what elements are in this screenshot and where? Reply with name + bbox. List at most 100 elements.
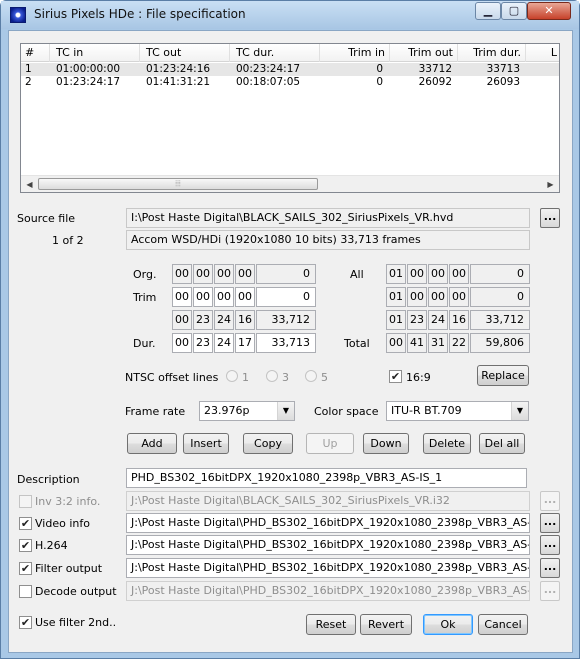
h264-label: H.264 (35, 539, 68, 552)
description-input[interactable]: PHD_BS302_16bitDPX_1920x1080_2398p_VBR3_… (126, 468, 527, 488)
tc-total-frames: 59,806 (470, 333, 530, 353)
close-icon: ✕ (544, 4, 554, 17)
tc-dur-frames[interactable]: 33,713 (256, 333, 316, 353)
tc-org-frames: 0 (256, 264, 316, 284)
column-header-tc-in[interactable]: TC in (50, 44, 140, 62)
inv32-checkbox[interactable] (19, 495, 32, 508)
list-row[interactable]: 2 01:23:24:17 01:41:31:21 00:18:07:05 0 … (21, 76, 559, 89)
aspect-16-9-checkbox[interactable]: ✔ (389, 370, 402, 383)
copy-button[interactable]: Copy (243, 433, 293, 454)
ntsc-radio-1-label: 1 (242, 371, 249, 384)
color-space-value: ITU-R BT.709 (391, 404, 462, 417)
tc-dur-part-0[interactable]: 00 (172, 333, 192, 353)
column-header-trim-dur[interactable]: Trim dur. (458, 44, 526, 62)
tc-total-part-0: 00 (386, 333, 406, 353)
tc-dur-part-2[interactable]: 24 (214, 333, 234, 353)
revert-button[interactable]: Revert (360, 614, 412, 635)
dialog-client: # TC in TC out TC dur. Trim in Trim out … (8, 30, 573, 653)
h264-checkbox[interactable]: ✔ (19, 539, 32, 552)
tc-all-part-0: 01 (386, 264, 406, 284)
decode-output-label: Decode output (35, 585, 117, 598)
filter-output-browse-button[interactable]: ... (540, 558, 560, 578)
delete-all-button[interactable]: Del all (479, 433, 525, 454)
frame-rate-value: 23.976p (204, 404, 250, 417)
description-label: Description (17, 473, 80, 486)
filter-output-checkbox[interactable]: ✔ (19, 562, 32, 575)
tc-all_trim-part-1: 00 (407, 287, 427, 307)
app-icon (10, 7, 26, 23)
cell-tc-dur: 00:18:07:05 (236, 76, 301, 88)
decode-output-path: J:\Post Haste Digital\PHD_BS302_16bitDPX… (126, 581, 530, 601)
ok-button[interactable]: Ok (423, 614, 473, 635)
insert-button[interactable]: Insert (183, 433, 229, 454)
source-file-path: I:\Post Haste Digital\BLACK_SAILS_302_Si… (126, 208, 530, 228)
delete-button[interactable]: Delete (423, 433, 471, 454)
inv32-label: Inv 3:2 info. (35, 495, 101, 508)
close-button[interactable]: ✕ (527, 2, 571, 20)
source-browse-button[interactable]: ... (540, 208, 560, 228)
ntsc-radio-3[interactable] (266, 370, 278, 382)
ntsc-radio-1[interactable] (226, 370, 238, 382)
tc-row3-part-1: 23 (193, 310, 213, 330)
tc-org-part-1: 00 (193, 264, 213, 284)
column-header-tc-dur[interactable]: TC dur. (230, 44, 320, 62)
aspect-16-9-label: 16:9 (406, 371, 431, 384)
title-bar[interactable]: Sirius Pixels HDe : File specification ▁… (1, 1, 579, 29)
cell-tc-in: 01:00:00:00 (56, 63, 121, 75)
column-header-num[interactable]: # (21, 44, 50, 62)
video-info-path[interactable]: J:\Post Haste Digital\PHD_BS302_16bitDPX… (126, 513, 530, 533)
horizontal-scrollbar[interactable]: ◀ ⦙⦙⦙ ▶ (21, 175, 559, 192)
decode-output-checkbox[interactable] (19, 585, 32, 598)
down-button[interactable]: Down (363, 433, 409, 454)
filter-output-path[interactable]: J:\Post Haste Digital\PHD_BS302_16bitDPX… (126, 558, 530, 578)
cell-trim-out: 26092 (418, 76, 452, 88)
tc-trim-part-1[interactable]: 00 (193, 287, 213, 307)
h264-path[interactable]: J:\Post Haste Digital\PHD_BS302_16bitDPX… (126, 535, 530, 555)
replace-button[interactable]: Replace (477, 365, 529, 386)
source-file-info: Accom WSD/HDi (1920x1080 10 bits) 33,713… (126, 230, 530, 250)
all-label: All (350, 268, 364, 281)
tc-row3-part-2: 24 (214, 310, 234, 330)
add-button[interactable]: Add (127, 433, 177, 454)
segment-list[interactable]: # TC in TC out TC dur. Trim in Trim out … (20, 43, 560, 193)
minimize-button[interactable]: ▁ (475, 2, 501, 20)
decode-output-browse-button[interactable]: ... (540, 581, 560, 601)
cell-num: 2 (25, 76, 32, 88)
trim-label: Trim (133, 291, 157, 304)
tc-all-part-1: 00 (407, 264, 427, 284)
frame-rate-label: Frame rate (125, 405, 186, 418)
scroll-right-icon[interactable]: ▶ (542, 176, 559, 192)
tc-all_trim-part-3: 00 (449, 287, 469, 307)
color-space-select[interactable]: ITU-R BT.709 ▼ (386, 401, 529, 421)
use-filter-checkbox[interactable]: ✔ (19, 616, 32, 629)
list-row[interactable]: 1 01:00:00:00 01:23:24:16 00:23:24:17 0 … (21, 63, 559, 76)
ntsc-offset-label: NTSC offset lines (125, 371, 219, 384)
tc-dur-part-1[interactable]: 23 (193, 333, 213, 353)
up-button[interactable]: Up (306, 433, 354, 454)
scroll-thumb[interactable]: ⦙⦙⦙ (38, 178, 318, 190)
tc-dur-part-3[interactable]: 17 (235, 333, 255, 353)
column-header-l[interactable]: L (526, 44, 559, 62)
scroll-left-icon[interactable]: ◀ (21, 176, 38, 192)
tc-trim-part-3[interactable]: 00 (235, 287, 255, 307)
column-header-tc-out[interactable]: TC out (140, 44, 230, 62)
video-info-browse-button[interactable]: ... (540, 513, 560, 533)
cell-num: 1 (25, 63, 32, 75)
column-header-trim-in[interactable]: Trim in (320, 44, 390, 62)
tc-trim-part-2[interactable]: 00 (214, 287, 234, 307)
maximize-button[interactable]: ▢ (501, 2, 527, 20)
reset-button[interactable]: Reset (306, 614, 356, 635)
frame-rate-select[interactable]: 23.976p ▼ (199, 401, 295, 421)
ntsc-radio-5[interactable] (305, 370, 317, 382)
column-header-trim-out[interactable]: Trim out (390, 44, 458, 62)
ntsc-radio-5-label: 5 (321, 371, 328, 384)
video-info-checkbox[interactable]: ✔ (19, 517, 32, 530)
h264-browse-button[interactable]: ... (540, 535, 560, 555)
cancel-button[interactable]: Cancel (478, 614, 528, 635)
inv32-browse-button[interactable]: ... (540, 491, 560, 511)
cell-trim-in: 0 (376, 76, 383, 88)
org-label: Org. (133, 268, 157, 281)
tc-trim-frames[interactable]: 0 (256, 287, 316, 307)
tc-trim-part-0[interactable]: 00 (172, 287, 192, 307)
video-info-label: Video info (35, 517, 90, 530)
